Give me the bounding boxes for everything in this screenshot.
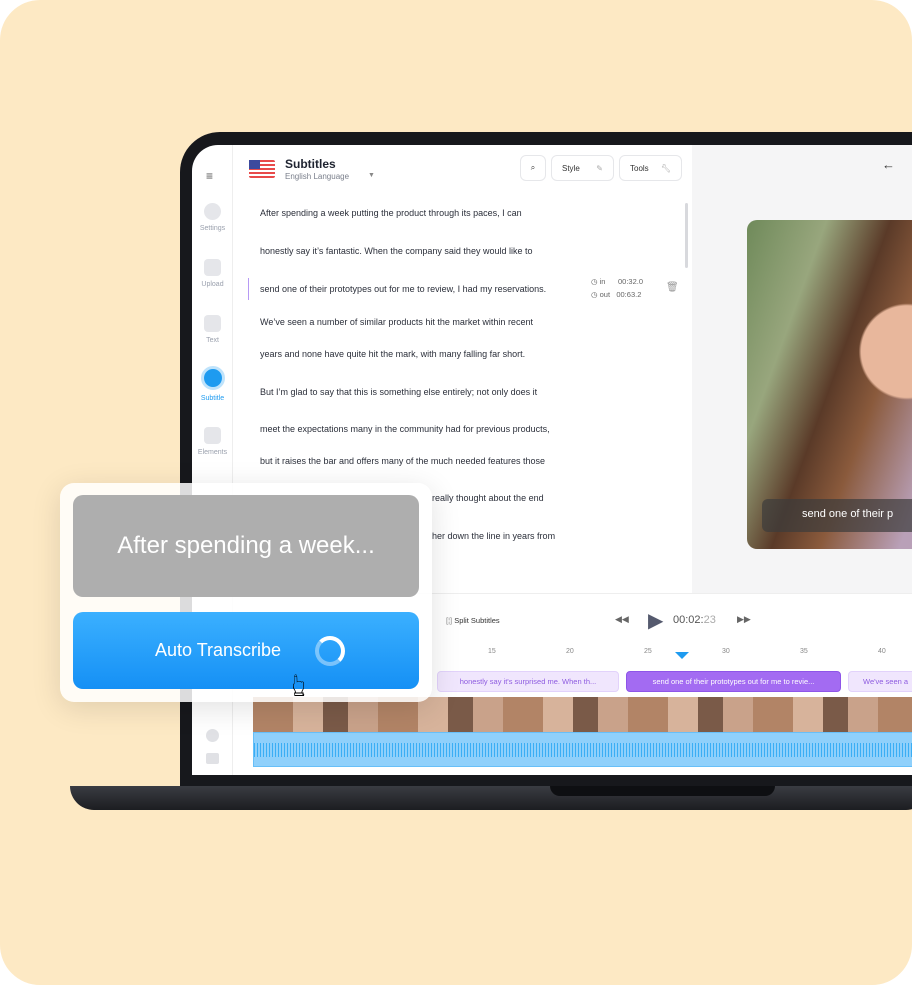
subtitle-icon [200, 366, 225, 390]
subtitle-line[interactable]: years and none have quite hit the mark, … [260, 349, 525, 359]
search-button[interactable]: ⌕ [520, 155, 546, 181]
wrench-icon: 🔧︎ [660, 163, 671, 173]
video-filmstrip[interactable] [253, 697, 912, 732]
auto-transcribe-card: After spending a week... Auto Transcribe [60, 483, 432, 702]
video-preview: ← send one of their p [692, 145, 912, 593]
style-button[interactable]: Style ✎ [551, 155, 614, 181]
sidebar-item-text[interactable]: Text [192, 315, 233, 344]
subtitle-clip-active[interactable]: send one of their prototypes out for me … [626, 671, 841, 692]
subtitle-line[interactable]: honestly say it’s fantastic. When the co… [260, 246, 532, 256]
image-icon [204, 259, 221, 276]
subtitle-line[interactable]: really thought about the end [432, 493, 544, 503]
tick-label: 20 [566, 648, 574, 655]
menu-icon[interactable]: ≡ [206, 169, 213, 183]
audio-waveform[interactable] [253, 732, 912, 767]
search-icon: ⌕ [530, 163, 536, 172]
sidebar-item-upload[interactable]: Upload [192, 259, 233, 288]
split-subtitles-button[interactable]: [¦] Split Subtitles [446, 616, 500, 625]
timecodes: ◷ in 00:32.0 ◷ out 00:63.2 [591, 277, 644, 299]
sidebar-item-elements[interactable]: Elements [192, 427, 233, 456]
subtitle-line[interactable]: meet the expectations many in the commun… [260, 424, 550, 434]
subtitle-clip[interactable]: We've seen a [848, 671, 912, 692]
sidebar-item-settings[interactable]: Settings [192, 203, 233, 232]
us-flag-icon [249, 160, 275, 178]
tick-label: 40 [878, 648, 886, 655]
auto-transcribe-button[interactable]: Auto Transcribe [73, 612, 419, 689]
subtitle-line-active[interactable]: send one of their prototypes out for me … [260, 284, 546, 294]
subtitle-line[interactable]: but it raises the bar and offers many of… [260, 456, 545, 466]
subtitle-line[interactable]: But I’m glad to say that this is somethi… [260, 387, 537, 397]
subtitle-line[interactable]: her down the line in years from [432, 531, 555, 541]
laptop-base [70, 786, 912, 810]
trash-icon[interactable]: 🗑︎ [666, 282, 679, 293]
undo-icon[interactable]: ← [882, 157, 895, 172]
chevron-down-icon[interactable]: ▼ [368, 172, 375, 179]
transcript-preview: After spending a week... [73, 495, 419, 597]
keyboard-icon[interactable] [206, 753, 219, 764]
gear-icon [204, 203, 221, 220]
active-line-marker [248, 278, 249, 300]
play-button[interactable]: ▶ [648, 608, 663, 633]
clock-icon: ◷ [591, 290, 598, 299]
panel-title: Subtitles [285, 157, 336, 171]
subtitle-line[interactable]: We’ve seen a number of similar products … [260, 317, 533, 327]
fast-forward-icon[interactable]: ▶▶ [737, 614, 751, 625]
tools-button[interactable]: Tools 🔧︎ [619, 155, 682, 181]
brush-icon: ✎ [596, 163, 603, 173]
playhead[interactable] [675, 652, 689, 659]
tick-label: 15 [488, 648, 496, 655]
language-select[interactable]: English Language [285, 172, 349, 181]
pointer-hand-icon: 👆︎ [292, 667, 306, 703]
split-icon: [¦] [446, 616, 453, 625]
subtitle-clip[interactable]: honestly say it's surprised me. When th.… [437, 671, 619, 692]
rewind-icon[interactable]: ◀◀ [615, 614, 629, 625]
sidebar-item-subtitle[interactable]: Subtitle [192, 366, 233, 402]
scrollbar[interactable] [685, 203, 688, 268]
clock-icon: ◷ [591, 277, 598, 286]
subtitle-line[interactable]: After spending a week putting the produc… [260, 208, 522, 218]
tick-label: 30 [722, 648, 730, 655]
current-time: 00:02:23 [673, 614, 716, 626]
text-icon [204, 315, 221, 332]
elements-icon [204, 427, 221, 444]
tick-label: 25 [644, 648, 652, 655]
tick-label: 35 [800, 648, 808, 655]
loading-spinner-icon [315, 636, 345, 666]
caption-overlay: send one of their p [762, 499, 912, 532]
help-icon[interactable] [206, 729, 219, 742]
